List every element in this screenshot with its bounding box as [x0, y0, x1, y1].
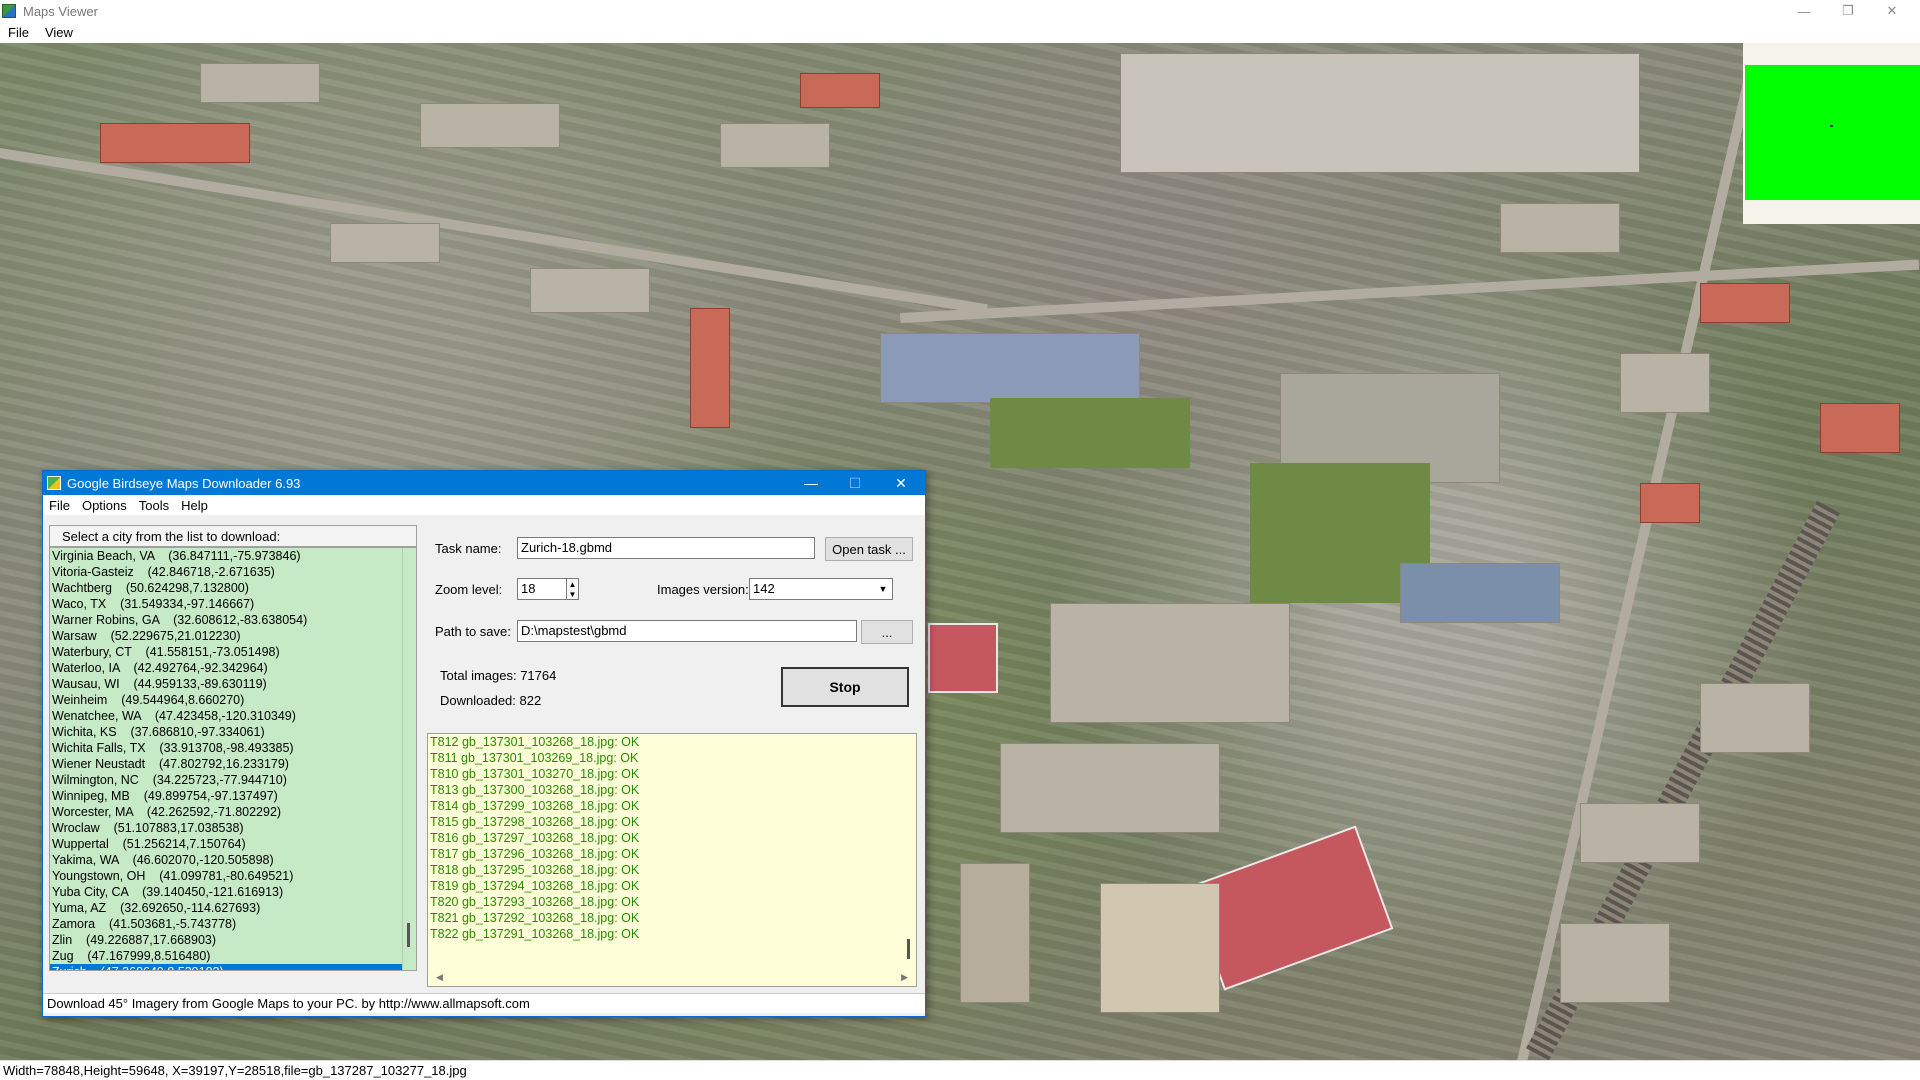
city-scroll-thumb[interactable]	[407, 923, 410, 947]
stop-button[interactable]: Stop	[781, 667, 909, 707]
images-version-label: Images version:	[657, 582, 749, 597]
city-list-items: Virginia Beach, VA (36.847111,-75.973846…	[50, 548, 416, 970]
log-line: T810 gb_137301_103270_18.jpg: OK	[430, 767, 640, 781]
city-list-item[interactable]: Yuba City, CA (39.140450,-121.616913)	[50, 884, 416, 900]
city-list-scrollbar[interactable]	[402, 548, 416, 970]
city-list-item[interactable]: Wiener Neustadt (47.802792,16.233179)	[50, 756, 416, 772]
zoom-level-stepper[interactable]: ▲ ▼	[566, 578, 579, 600]
city-list-item[interactable]: Virginia Beach, VA (36.847111,-75.973846…	[50, 548, 416, 564]
log-line: T820 gb_137293_103268_18.jpg: OK	[430, 895, 640, 909]
log-line: T821 gb_137292_103268_18.jpg: OK	[430, 911, 640, 925]
dialog-close-icon[interactable]: ✕	[879, 471, 923, 495]
log-line: T819 gb_137294_103268_18.jpg: OK	[430, 879, 640, 893]
close-icon[interactable]: ✕	[1870, 0, 1914, 22]
browse-path-button[interactable]: ...	[861, 620, 913, 644]
window-title: Maps Viewer	[23, 3, 98, 19]
dialog-maximize-icon: ☐	[848, 474, 862, 491]
dialog-menu-tools[interactable]: Tools	[133, 498, 175, 513]
zoom-level-label: Zoom level:	[435, 582, 503, 597]
city-list-header: Select a city from the list to download:	[49, 525, 417, 547]
log-line: T817 gb_137296_103268_18.jpg: OK	[430, 847, 640, 861]
dialog-menu-help[interactable]: Help	[175, 498, 214, 513]
log-line: T812 gb_137301_103268_18.jpg: OK	[430, 735, 640, 749]
city-list-item[interactable]: Worcester, MA (42.262592,-71.802292)	[50, 804, 416, 820]
log-line: T815 gb_137298_103268_18.jpg: OK	[430, 815, 640, 829]
stepper-up-icon[interactable]: ▲	[569, 580, 577, 589]
city-list-item[interactable]: Zug (47.167999,8.516480)	[50, 948, 416, 964]
downloaded-count-text: Downloaded: 822	[440, 693, 542, 708]
city-list-item[interactable]: Wichita Falls, TX (33.913708,-98.493385)	[50, 740, 416, 756]
images-version-select[interactable]: 142	[749, 578, 893, 600]
path-to-save-label: Path to save:	[435, 624, 511, 639]
stepper-down-icon[interactable]: ▼	[569, 590, 577, 599]
log-line: T813 gb_137300_103268_18.jpg: OK	[430, 783, 640, 797]
path-to-save-field[interactable]: D:\mapstest\gbmd	[517, 620, 857, 642]
chevron-down-icon[interactable]: ▼	[875, 579, 891, 599]
city-list-item[interactable]: Zlin (49.226887,17.668903)	[50, 932, 416, 948]
menu-file[interactable]: File	[0, 25, 37, 40]
city-list-item[interactable]: Waco, TX (31.549334,-97.146667)	[50, 596, 416, 612]
city-list-item[interactable]: Wausau, WI (44.959133,-89.630119)	[50, 676, 416, 692]
log-scroll-thumb[interactable]	[907, 939, 910, 959]
app-icon	[2, 4, 16, 18]
log-line: T811 gb_137301_103269_18.jpg: OK	[430, 751, 639, 765]
log-line: T822 gb_137291_103268_18.jpg: OK	[430, 927, 640, 941]
dialog-title: Google Birdseye Maps Downloader 6.93	[67, 475, 301, 491]
window-titlebar: Maps Viewer — ❐ ✕	[0, 0, 1920, 22]
map-overview-indicator[interactable]	[1745, 65, 1920, 200]
city-list-item[interactable]: Warsaw (52.229675,21.012230)	[50, 628, 416, 644]
city-list-item[interactable]: Warner Robins, GA (32.608612,-83.638054)	[50, 612, 416, 628]
dialog-titlebar[interactable]: Google Birdseye Maps Downloader 6.93 — ☐…	[43, 471, 925, 495]
status-text: Width=78848,Height=59648, X=39197,Y=2851…	[3, 1063, 467, 1078]
dialog-menubar: File Options Tools Help	[43, 495, 925, 515]
city-list-item[interactable]: Yuma, AZ (32.692650,-114.627693)	[50, 900, 416, 916]
dialog-statusbar: Download 45° Imagery from Google Maps to…	[43, 993, 925, 1013]
city-list-item[interactable]: Winnipeg, MB (49.899754,-97.137497)	[50, 788, 416, 804]
dialog-minimize-icon[interactable]: —	[789, 471, 833, 495]
scroll-right-icon[interactable]: ▶	[901, 972, 908, 983]
log-vertical-scrollbar[interactable]	[902, 734, 916, 970]
city-list-item[interactable]: Zurich (47.368649,8.539182)	[50, 964, 416, 970]
task-name-label: Task name:	[435, 541, 502, 556]
download-log[interactable]: T812 gb_137301_103268_18.jpg: OK T811 gb_…	[427, 733, 917, 987]
city-list[interactable]: Virginia Beach, VA (36.847111,-75.973846…	[49, 547, 417, 971]
menu-view[interactable]: View	[37, 25, 81, 40]
scroll-left-icon[interactable]: ◀	[436, 972, 443, 983]
window-statusbar: Width=78848,Height=59648, X=39197,Y=2851…	[0, 1060, 1920, 1080]
city-list-item[interactable]: Vitoria-Gasteiz (42.846718,-2.671635)	[50, 564, 416, 580]
city-list-item[interactable]: Wichita, KS (37.686810,-97.334061)	[50, 724, 416, 740]
city-list-item[interactable]: Wilmington, NC (34.225723,-77.944710)	[50, 772, 416, 788]
city-list-item[interactable]: Youngstown, OH (41.099781,-80.649521)	[50, 868, 416, 884]
log-line: T816 gb_137297_103268_18.jpg: OK	[430, 831, 640, 845]
dialog-menu-options[interactable]: Options	[76, 498, 133, 513]
city-list-item[interactable]: Wachtberg (50.624298,7.132800)	[50, 580, 416, 596]
log-line: T818 gb_137295_103268_18.jpg: OK	[430, 863, 640, 877]
total-images-text: Total images: 71764	[440, 668, 557, 683]
city-list-item[interactable]: Yakima, WA (46.602070,-120.505898)	[50, 852, 416, 868]
city-list-item[interactable]: Weinheim (49.544964,8.660270)	[50, 692, 416, 708]
log-lines: T812 gb_137301_103268_18.jpg: OK T811 gb_…	[428, 734, 916, 942]
dialog-menu-file[interactable]: File	[43, 498, 76, 513]
log-horizontal-scrollbar[interactable]: ◀ ▶	[428, 968, 916, 986]
task-name-field[interactable]: Zurich-18.gbmd	[517, 537, 815, 559]
city-list-item[interactable]: Wuppertal (51.256214,7.150764)	[50, 836, 416, 852]
minimize-icon[interactable]: —	[1782, 0, 1826, 22]
city-list-item[interactable]: Wenatchee, WA (47.423458,-120.310349)	[50, 708, 416, 724]
dialog-status-text: Download 45° Imagery from Google Maps to…	[47, 996, 530, 1011]
dialog-app-icon	[47, 476, 61, 490]
window-menubar: File View	[0, 22, 1920, 43]
city-list-item[interactable]: Waterbury, CT (41.558151,-73.051498)	[50, 644, 416, 660]
city-list-item[interactable]: Zamora (41.503681,-5.743778)	[50, 916, 416, 932]
overview-position-marker	[1830, 125, 1833, 127]
city-list-item[interactable]: Waterloo, IA (42.492764,-92.342964)	[50, 660, 416, 676]
log-line: T814 gb_137299_103268_18.jpg: OK	[430, 799, 640, 813]
open-task-button[interactable]: Open task ...	[825, 537, 913, 561]
downloader-dialog: Google Birdseye Maps Downloader 6.93 — ☐…	[42, 470, 926, 1017]
restore-icon[interactable]: ❐	[1826, 0, 1870, 22]
city-list-item[interactable]: Wroclaw (51.107883,17.038538)	[50, 820, 416, 836]
zoom-level-field[interactable]: 18	[517, 578, 567, 600]
